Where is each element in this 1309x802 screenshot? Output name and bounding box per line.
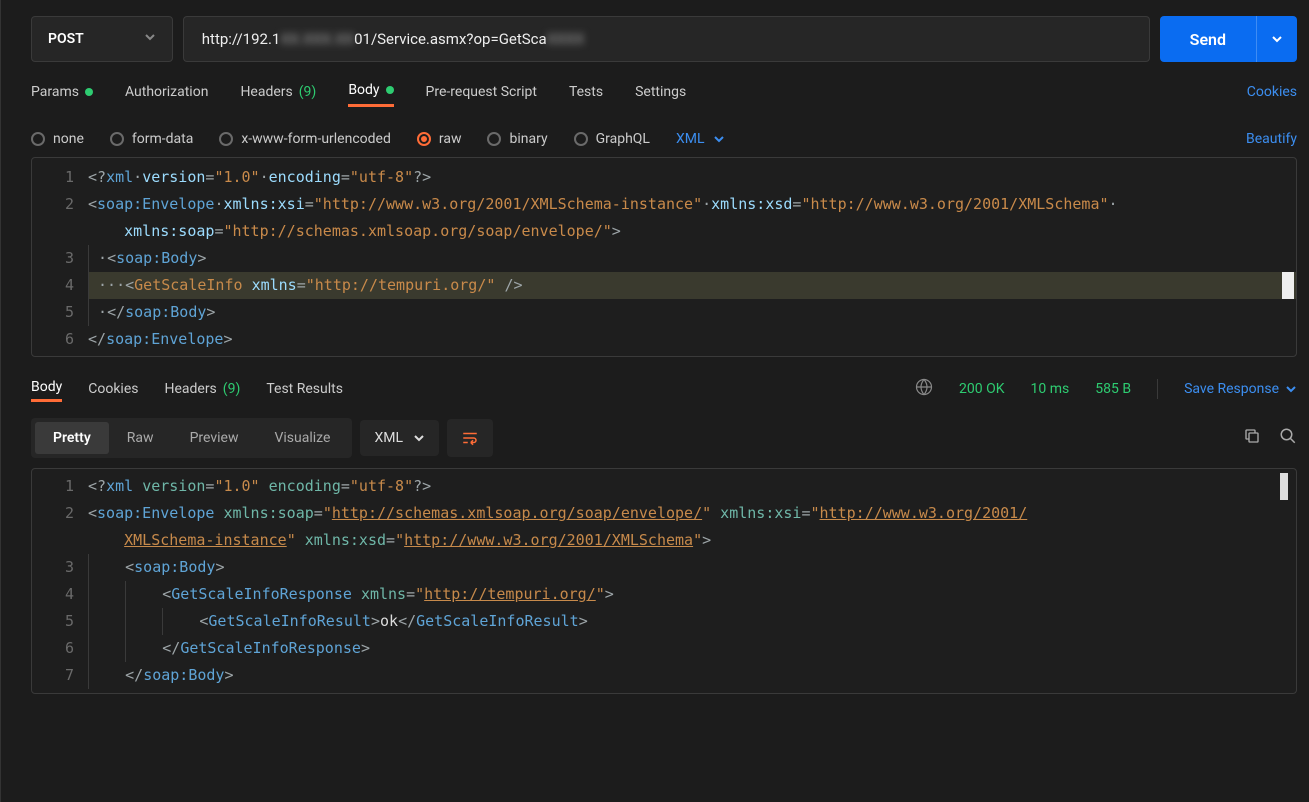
- tab-response-testresults[interactable]: Test Results: [266, 377, 343, 401]
- radio-urlencoded[interactable]: x-www-form-urlencoded: [219, 131, 391, 147]
- radio-raw[interactable]: raw: [417, 131, 462, 147]
- dot-indicator: [85, 88, 93, 96]
- tab-response-body[interactable]: Body: [31, 375, 62, 402]
- radio-icon: [110, 132, 124, 146]
- response-view-options: Pretty Raw Preview Visualize XML: [31, 408, 1297, 468]
- request-body-editor[interactable]: 1<?xml·version="1.0"·encoding="utf-8"?> …: [31, 157, 1297, 357]
- radio-graphql[interactable]: GraphQL: [574, 131, 650, 147]
- dot-indicator: [386, 86, 394, 94]
- scroll-marker: [1280, 473, 1288, 500]
- save-response[interactable]: Save Response: [1184, 381, 1297, 397]
- response-size: 585 B: [1095, 381, 1131, 397]
- radio-formdata[interactable]: form-data: [110, 131, 193, 147]
- cursor-marker: [1282, 272, 1294, 299]
- response-body-viewer[interactable]: 1<?xml version="1.0" encoding="utf-8"?> …: [31, 468, 1297, 694]
- radio-icon: [574, 132, 588, 146]
- chevron-down-icon: [144, 31, 156, 47]
- view-mode-segment: Pretty Raw Preview Visualize: [31, 418, 352, 458]
- cookies-link[interactable]: Cookies: [1247, 84, 1297, 100]
- radio-binary[interactable]: binary: [487, 131, 547, 147]
- send-dropdown[interactable]: [1256, 16, 1297, 62]
- view-visualize[interactable]: Visualize: [256, 422, 348, 454]
- tab-settings[interactable]: Settings: [635, 78, 686, 106]
- url-input[interactable]: http://192.1XX.XXX.XX01/Service.asmx?op=…: [183, 16, 1150, 62]
- view-pretty[interactable]: Pretty: [35, 422, 109, 454]
- body-type-options: none form-data x-www-form-urlencoded raw…: [31, 115, 1297, 157]
- view-raw[interactable]: Raw: [109, 422, 172, 454]
- response-format-select[interactable]: XML: [360, 420, 439, 456]
- search-icon[interactable]: [1279, 427, 1297, 449]
- chevron-down-icon: [1285, 383, 1297, 395]
- tab-body[interactable]: Body: [348, 76, 393, 107]
- send-button[interactable]: Send: [1160, 16, 1297, 62]
- radio-icon: [417, 132, 431, 146]
- format-select[interactable]: XML: [676, 131, 725, 147]
- chevron-down-icon: [713, 133, 725, 145]
- wrap-lines-button[interactable]: [447, 419, 493, 457]
- radio-none[interactable]: none: [31, 131, 84, 147]
- radio-icon: [31, 132, 45, 146]
- tab-prerequest[interactable]: Pre-request Script: [426, 78, 537, 106]
- request-tabs: Params Authorization Headers (9) Body Pr…: [31, 76, 1297, 115]
- method-select[interactable]: POST: [31, 16, 173, 62]
- radio-icon: [219, 132, 233, 146]
- url-text: http://192.1: [202, 30, 281, 48]
- response-tabs: Body Cookies Headers (9) Test Results 20…: [31, 357, 1297, 408]
- chevron-down-icon: [413, 432, 425, 444]
- wrap-icon: [461, 429, 479, 447]
- tab-headers[interactable]: Headers (9): [240, 78, 316, 106]
- tab-params[interactable]: Params: [31, 78, 93, 106]
- tab-authorization[interactable]: Authorization: [125, 78, 208, 106]
- beautify-link[interactable]: Beautify: [1246, 131, 1297, 147]
- method-label: POST: [48, 31, 84, 47]
- tab-response-cookies[interactable]: Cookies: [88, 377, 138, 401]
- tab-response-headers[interactable]: Headers (9): [164, 377, 240, 401]
- radio-icon: [487, 132, 501, 146]
- tab-tests[interactable]: Tests: [569, 78, 603, 106]
- response-time: 10 ms: [1031, 381, 1070, 397]
- view-preview[interactable]: Preview: [172, 422, 257, 454]
- copy-icon[interactable]: [1243, 427, 1261, 449]
- status-code: 200 OK: [959, 381, 1005, 397]
- request-bar: POST http://192.1XX.XXX.XX01/Service.asm…: [31, 0, 1297, 76]
- globe-icon[interactable]: [915, 378, 933, 400]
